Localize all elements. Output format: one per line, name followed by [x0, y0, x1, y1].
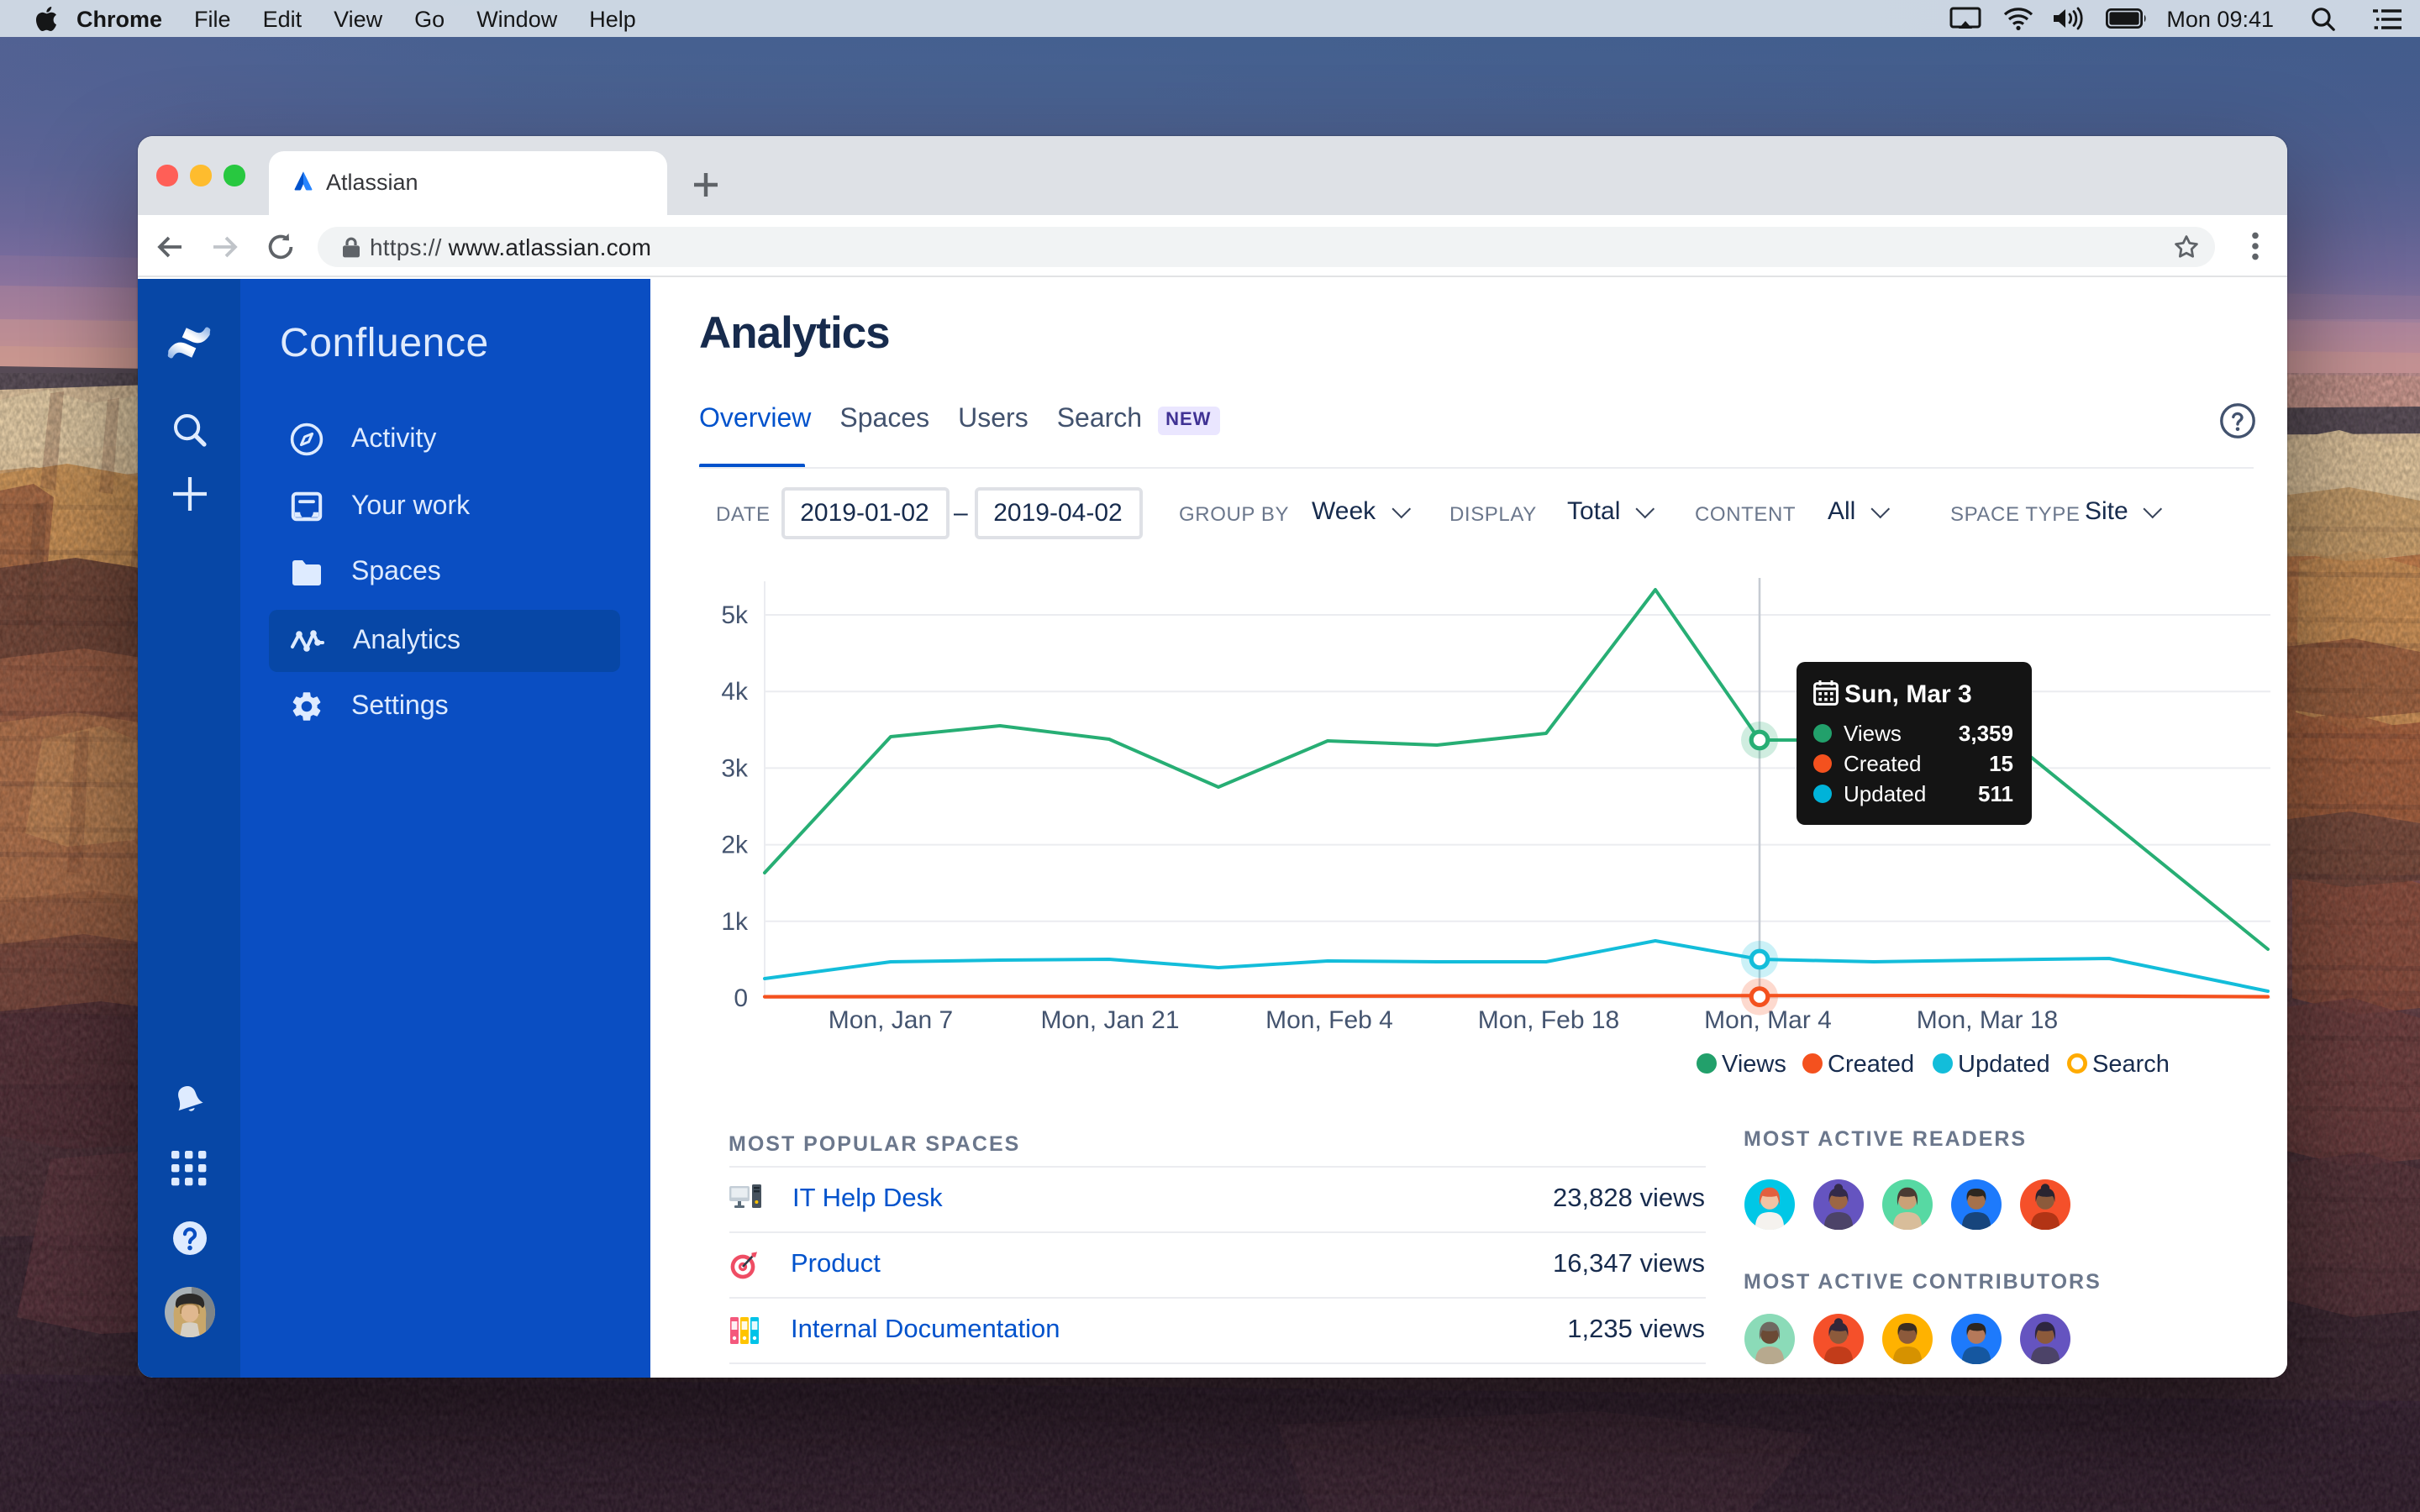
svg-text:2k: 2k	[720, 831, 748, 858]
svg-text:Mon, Feb 18: Mon, Feb 18	[1477, 1005, 1618, 1033]
svg-text:1k: 1k	[720, 907, 748, 935]
svg-text:Mon, Jan 7: Mon, Jan 7	[828, 1005, 952, 1033]
svg-text:4k: 4k	[720, 677, 748, 705]
svg-text:Views: Views	[1721, 1050, 1786, 1077]
svg-text:5k: 5k	[720, 601, 748, 628]
svg-text:Updated: Updated	[1957, 1050, 2049, 1077]
svg-text:Created: Created	[1827, 1050, 1913, 1077]
svg-text:3k: 3k	[720, 753, 748, 781]
svg-text:Mon, Feb 4: Mon, Feb 4	[1265, 1005, 1392, 1033]
svg-text:0: 0	[733, 984, 747, 1011]
svg-text:Mon, Jan 21: Mon, Jan 21	[1039, 1005, 1178, 1033]
svg-text:Search: Search	[2091, 1050, 2169, 1077]
svg-text:Mon, Mar 18: Mon, Mar 18	[1916, 1005, 2057, 1033]
